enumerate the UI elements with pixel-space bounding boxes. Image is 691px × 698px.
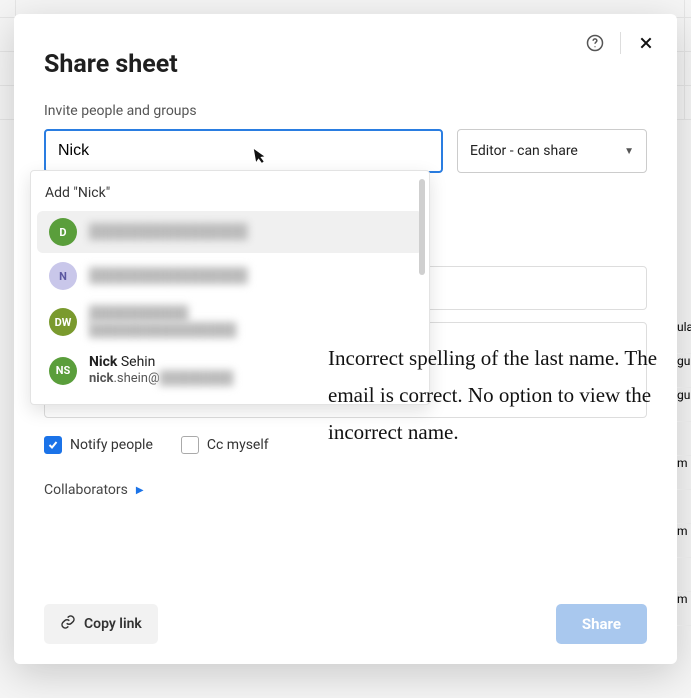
role-select[interactable]: Editor - can share ▼ — [457, 129, 647, 173]
header-divider — [620, 32, 621, 54]
cc-label: Cc myself — [207, 437, 269, 453]
suggestion-name-redacted: ████████████████ — [89, 224, 248, 241]
notify-label: Notify people — [70, 437, 153, 453]
scrollbar[interactable] — [419, 179, 425, 275]
copy-link-label: Copy link — [84, 616, 142, 632]
notify-people-checkbox[interactable]: Notify people — [44, 436, 153, 454]
autocomplete-item[interactable]: N ████████████████ — [37, 255, 423, 297]
copy-link-button[interactable]: Copy link — [44, 604, 158, 644]
link-icon — [60, 614, 76, 634]
suggestion-email: nick.shein@████████ — [89, 371, 233, 387]
avatar: D — [49, 218, 77, 246]
autocomplete-add-option[interactable]: Add "Nick" — [31, 177, 429, 209]
checkbox-unchecked-icon — [181, 436, 199, 454]
annotation-text: Incorrect spelling of the last name. The… — [328, 340, 665, 450]
autocomplete-item[interactable]: D ████████████████ — [37, 211, 423, 253]
share-button[interactable]: Share — [556, 604, 647, 644]
suggestion-name: Nick Sehin — [89, 354, 233, 371]
collaborators-toggle[interactable]: Collaborators ▶ — [44, 482, 144, 498]
triangle-right-icon: ▶ — [136, 485, 144, 496]
chevron-down-icon: ▼ — [624, 146, 634, 157]
background-partial-column: ula gul gul m m m — [677, 320, 691, 626]
suggestion-name-redacted: ████████████████ — [89, 268, 248, 285]
cc-myself-checkbox[interactable]: Cc myself — [181, 436, 269, 454]
autocomplete-item[interactable]: DW ██████████ ████████████████ — [37, 299, 423, 345]
collaborators-label: Collaborators — [44, 482, 128, 498]
suggestion-email-redacted: ████████████████ — [89, 323, 236, 339]
checkbox-checked-icon — [44, 436, 62, 454]
invite-label: Invite people and groups — [44, 103, 647, 119]
modal-title: Share sheet — [44, 50, 647, 79]
avatar: N — [49, 262, 77, 290]
avatar: NS — [49, 357, 77, 385]
suggestion-name-redacted: ██████████ — [89, 306, 236, 323]
invite-search-input[interactable] — [44, 129, 443, 173]
role-select-label: Editor - can share — [470, 143, 578, 159]
share-button-label: Share — [582, 615, 621, 633]
avatar: DW — [49, 308, 77, 336]
close-icon[interactable] — [635, 32, 657, 54]
help-icon[interactable] — [584, 32, 606, 54]
